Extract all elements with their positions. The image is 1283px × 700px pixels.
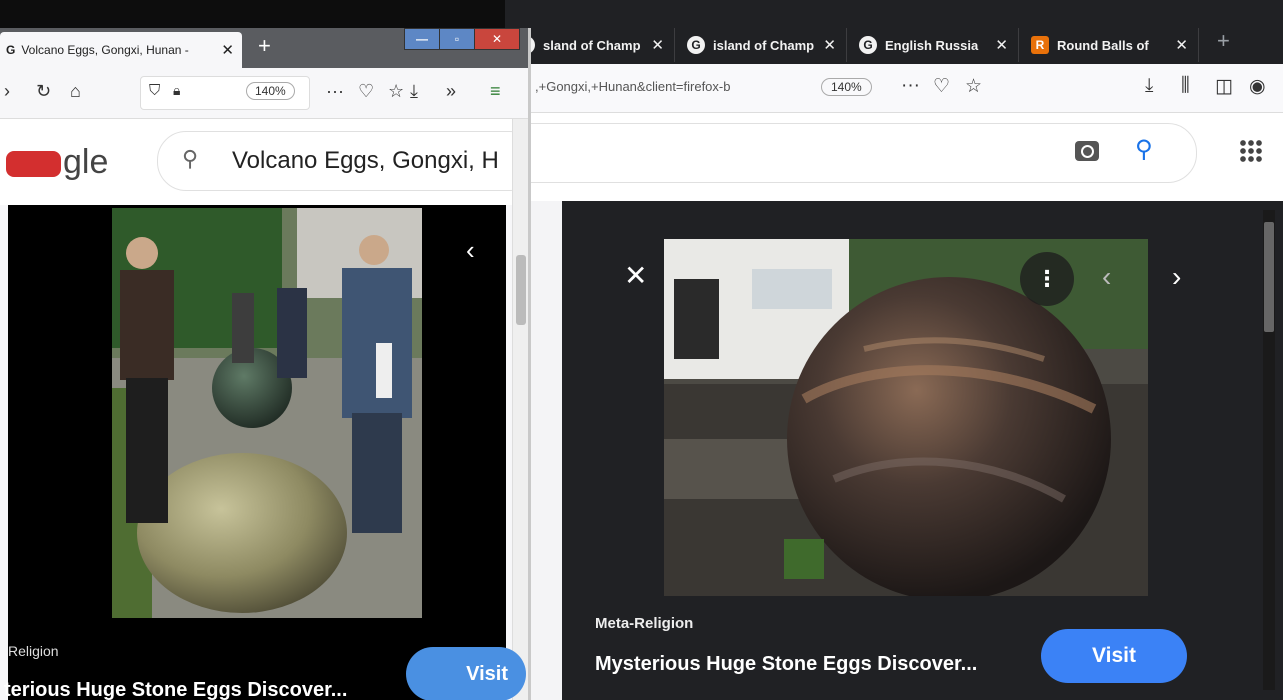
- tab-title: Volcano Eggs, Gongxi, Hunan -: [21, 43, 189, 57]
- pocket-icon[interactable]: ♡: [933, 75, 950, 98]
- zoom-indicator[interactable]: 140%: [821, 78, 872, 96]
- tab-title: English Russia: [885, 37, 979, 53]
- google-logo[interactable]: gle: [6, 143, 108, 182]
- tab-title: sland of Champ: [543, 37, 641, 53]
- tab-strip: ◐ sland of Champ ✕ G island of Champ ✕ G…: [505, 0, 1283, 64]
- close-icon[interactable]: ✕: [823, 36, 836, 54]
- search-input[interactable]: Volcano Eggs, Gongxi, H: [232, 147, 499, 175]
- tab-english-russia[interactable]: G English Russia ✕: [847, 28, 1019, 62]
- camera-icon[interactable]: [1075, 141, 1099, 161]
- reload-icon[interactable]: ↻: [36, 81, 51, 102]
- navigation-bar: › ↻ ⌂ ⛉ 🔒︎ 140% ··· ♡ ☆ ⤓ » ≡: [0, 68, 528, 119]
- minimize-button[interactable]: —: [404, 28, 440, 50]
- tab-island-of-champ-2[interactable]: G island of Champ ✕: [675, 28, 847, 62]
- navigation-bar: ,+Gongxi,+Hunan&client=firefox-b 140% ··…: [505, 64, 1283, 113]
- scrollbar-thumb[interactable]: [1264, 222, 1274, 332]
- zoom-indicator[interactable]: 140%: [246, 82, 295, 100]
- tab-strip: G Volcano Eggs, Gongxi, Hunan - ✕ + — ▫ …: [0, 28, 528, 68]
- scrollbar[interactable]: [1263, 210, 1275, 690]
- left-browser-window: G Volcano Eggs, Gongxi, Hunan - ✕ + — ▫ …: [0, 28, 531, 700]
- shield-icon[interactable]: ⛉: [149, 82, 160, 99]
- right-browser-window: ◐ sland of Champ ✕ G island of Champ ✕ G…: [505, 0, 1283, 700]
- image-source-label[interactable]: Religion: [8, 643, 59, 659]
- logo-text: gle: [63, 143, 109, 181]
- stone-egg-image[interactable]: [664, 239, 1148, 596]
- apps-grid-icon[interactable]: [1239, 139, 1263, 163]
- close-icon[interactable]: ✕: [624, 259, 647, 292]
- previous-arrow-icon[interactable]: ‹: [466, 235, 475, 266]
- maximize-button[interactable]: ▫: [439, 28, 475, 50]
- close-icon[interactable]: ✕: [651, 36, 664, 54]
- google-g-icon: G: [859, 36, 877, 54]
- redacted-logo-mark: [6, 151, 61, 178]
- new-tab-button[interactable]: +: [258, 33, 271, 59]
- google-g-icon: G: [687, 36, 705, 54]
- overflow-chevron-icon[interactable]: »: [446, 81, 456, 102]
- image-source-label[interactable]: Meta-Religion: [595, 615, 693, 632]
- google-g-icon: G: [6, 43, 16, 57]
- more-icon[interactable]: ···: [326, 81, 344, 102]
- close-icon[interactable]: ✕: [1175, 36, 1188, 54]
- bookmark-star-icon[interactable]: ☆: [388, 81, 404, 102]
- close-icon[interactable]: ✕: [221, 41, 234, 59]
- search-icon: ⚲: [182, 146, 199, 171]
- address-bar[interactable]: ,+Gongxi,+Hunan&client=firefox-b: [535, 79, 730, 94]
- scrollbar[interactable]: [512, 119, 528, 700]
- stone-eggs-people-image[interactable]: [112, 208, 422, 618]
- sidebar-icon[interactable]: ◫: [1215, 75, 1233, 98]
- pocket-icon[interactable]: ♡: [358, 81, 374, 102]
- google-search-header: ⚲: [505, 113, 1283, 201]
- scrollbar-thumb[interactable]: [516, 255, 526, 325]
- visit-button[interactable]: Visit: [406, 647, 526, 700]
- new-tab-button[interactable]: +: [1217, 28, 1230, 54]
- window-controls: — ▫ ✕: [404, 28, 520, 50]
- lock-icon[interactable]: 🔒︎: [173, 82, 180, 99]
- close-icon[interactable]: ✕: [995, 36, 1008, 54]
- library-icon[interactable]: ⫼: [1181, 75, 1190, 97]
- next-arrow-icon[interactable]: ›: [1172, 261, 1181, 293]
- tab-title: island of Champ: [713, 37, 815, 53]
- tab-round-balls[interactable]: R Round Balls of ✕: [1019, 28, 1199, 62]
- account-icon[interactable]: ◉: [1249, 75, 1266, 98]
- visit-button[interactable]: Visit: [1041, 629, 1187, 683]
- tab-title: Round Balls of: [1057, 37, 1149, 53]
- image-viewer-panel: ✕ ⋮ ‹ › Meta-Religion Mysterious Huge St…: [562, 201, 1283, 700]
- image-viewer-panel: ‹ Religion terious Huge Stone Eggs Disco…: [4, 205, 526, 700]
- search-icon[interactable]: ⚲: [1135, 135, 1153, 164]
- image-headline[interactable]: Mysterious Huge Stone Eggs Discover...: [595, 653, 977, 676]
- home-icon[interactable]: ⌂: [70, 81, 81, 102]
- forward-arrow-icon[interactable]: ›: [4, 81, 10, 102]
- search-box[interactable]: ⚲ Volcano Eggs, Gongxi, H: [157, 131, 528, 191]
- window-close-button[interactable]: ✕: [474, 28, 520, 50]
- more-options-button[interactable]: ⋮: [1020, 252, 1074, 306]
- download-icon[interactable]: ⤓: [410, 81, 418, 102]
- previous-arrow-icon[interactable]: ‹: [1102, 261, 1111, 293]
- download-icon[interactable]: ⤓: [1145, 75, 1153, 97]
- image-headline[interactable]: terious Huge Stone Eggs Discover...: [4, 679, 347, 700]
- google-search-header: gle ⚲ Volcano Eggs, Gongxi, H: [0, 119, 528, 205]
- more-icon[interactable]: ···: [901, 75, 920, 97]
- tab-volcano-eggs[interactable]: G Volcano Eggs, Gongxi, Hunan - ✕: [0, 32, 242, 68]
- menu-update-icon[interactable]: ≡: [490, 81, 501, 102]
- r-logo-icon: R: [1031, 36, 1049, 54]
- bookmark-star-icon[interactable]: ☆: [965, 75, 982, 98]
